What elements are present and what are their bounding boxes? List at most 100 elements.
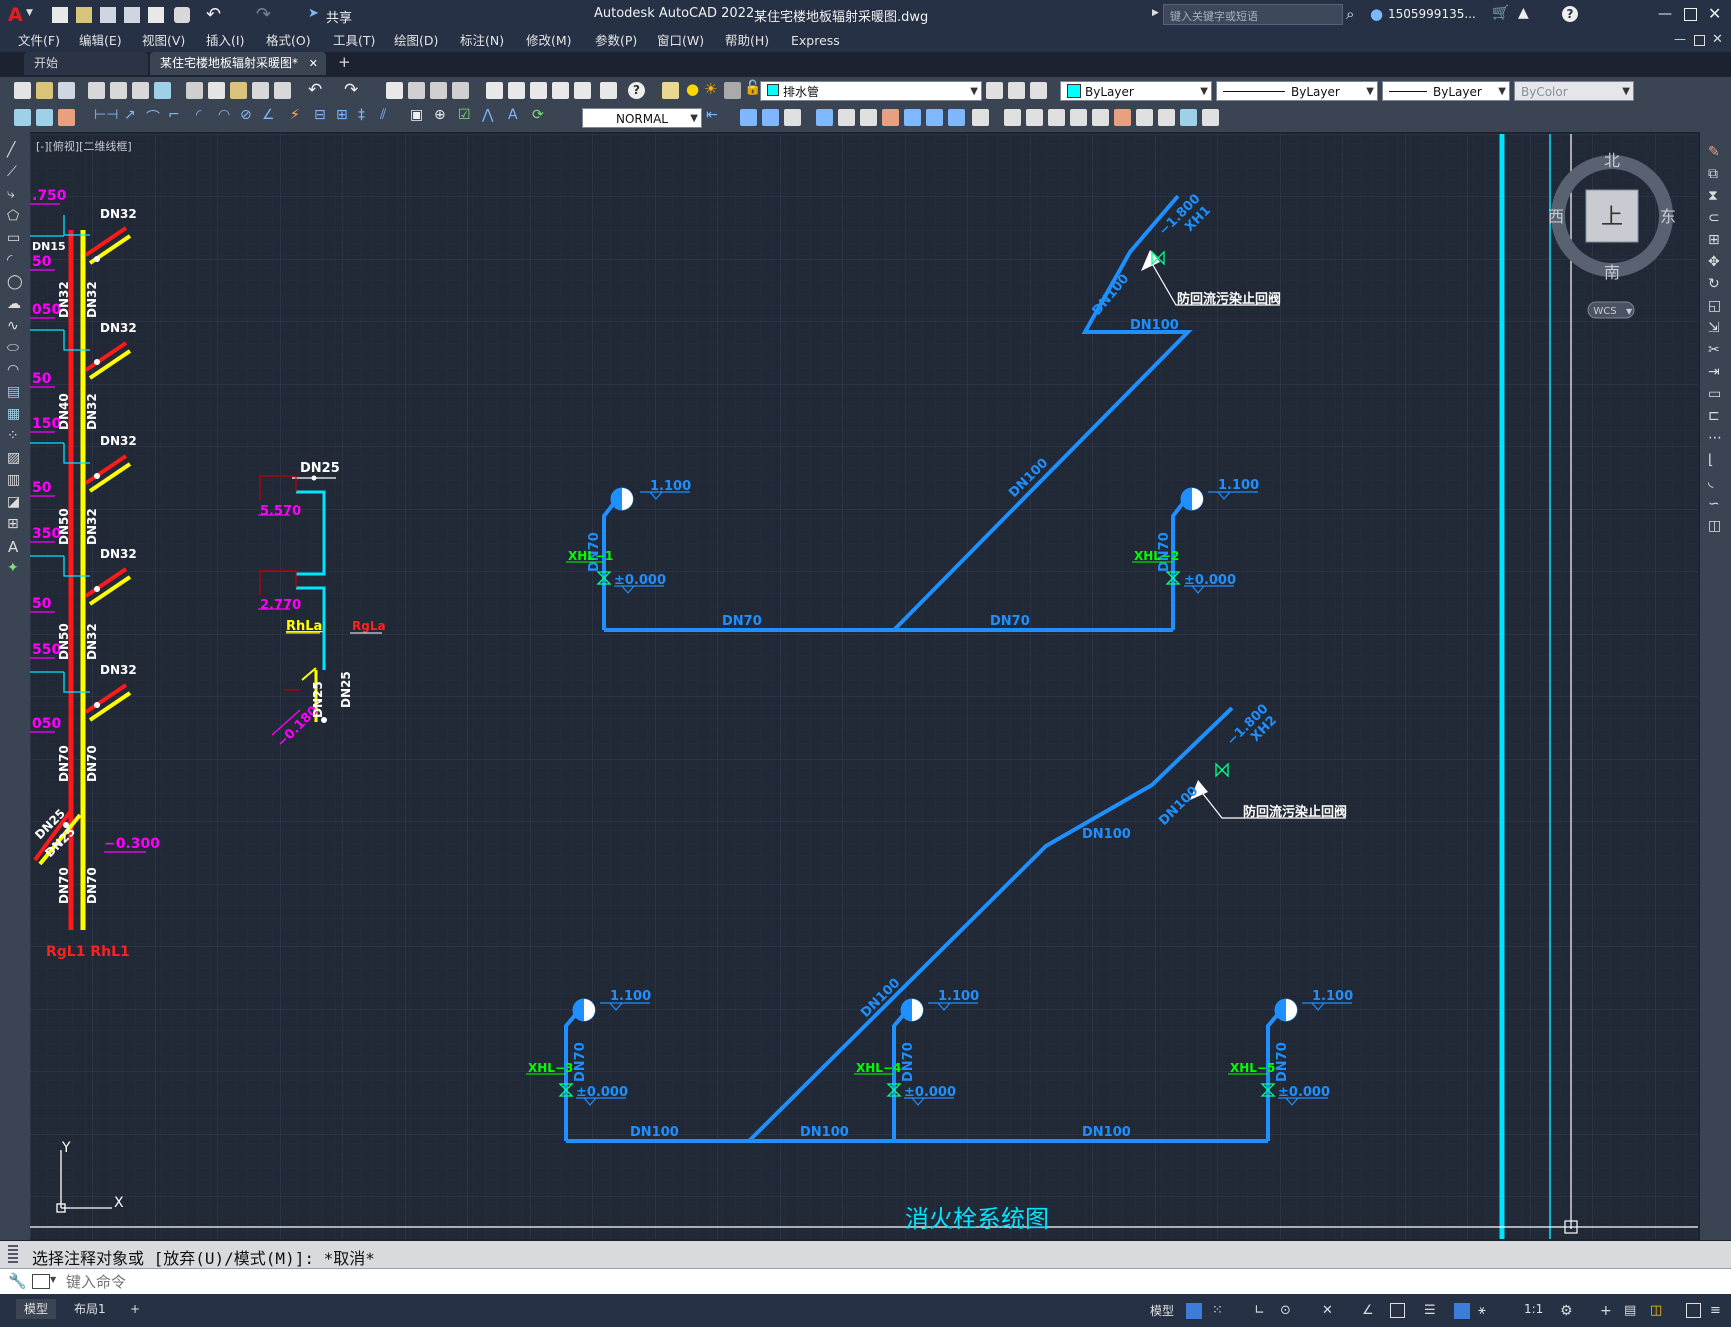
lineweight-dropdown[interactable]: ByLayer ▼ (1382, 81, 1510, 101)
maximize-icon[interactable] (1684, 8, 1697, 21)
new-tab-button[interactable]: + (338, 53, 351, 71)
snap-mode-icon[interactable]: ⁙ (1212, 1303, 1228, 1319)
tab-model[interactable]: 模型 (16, 1299, 57, 1319)
inspect-icon[interactable]: ☑ (458, 107, 471, 123)
viewport-controls[interactable]: [-][俯视][二维线框] (36, 138, 132, 154)
drawing-canvas[interactable]: .750 50 050 50 150 50 350 50 550 050 −0.… (30, 134, 1698, 1239)
workspace-settings-icon[interactable] (58, 109, 75, 126)
jogged-dim-icon[interactable]: ◠ (218, 107, 230, 123)
menu-view[interactable]: 视图(V) (142, 30, 185, 52)
sheet-set-icon[interactable] (552, 82, 569, 99)
blend-side-icon[interactable]: ∽ (1708, 496, 1720, 512)
app-menu-arrow-icon[interactable]: ▼ (26, 8, 33, 18)
tab-close-icon[interactable]: ✕ (309, 52, 318, 75)
user-icon[interactable]: ● (1370, 5, 1383, 23)
pan-icon[interactable] (386, 82, 403, 99)
fillet-side-icon[interactable]: ◟ (1708, 474, 1713, 490)
join-side-icon[interactable]: ⋯ (1708, 430, 1722, 446)
radius-dim-icon[interactable]: ◜ (196, 107, 201, 123)
object-snap-tracking-icon[interactable]: ∠ (1362, 1303, 1378, 1319)
erase-icon[interactable] (740, 109, 757, 126)
auto-scale-icon[interactable]: ⚹ (1478, 1303, 1494, 1319)
grid-toggle-icon[interactable] (1186, 1303, 1202, 1319)
menu-parametric[interactable]: 参数(P) (595, 30, 637, 52)
offset-icon[interactable] (816, 109, 833, 126)
tab-active-drawing[interactable]: 某住宅楼地板辐射采暖图* ✕ (150, 52, 326, 75)
print-icon[interactable] (88, 82, 105, 99)
make-current-layer-icon[interactable] (986, 82, 1003, 99)
erase-side-icon[interactable]: ✎ (1708, 144, 1720, 160)
viewport-freeze-icon[interactable] (724, 82, 741, 99)
save-as-icon[interactable] (124, 7, 140, 23)
blend-icon[interactable] (1092, 109, 1109, 126)
save-icon[interactable] (100, 7, 116, 23)
line-icon[interactable]: ╱ (7, 142, 15, 158)
dim-space-icon[interactable]: ‡ (358, 107, 365, 123)
sun-icon[interactable]: ☀ (704, 80, 717, 98)
arc-icon[interactable]: ◜ (7, 252, 12, 268)
design-center-icon[interactable] (508, 82, 525, 99)
ordinate-dim-icon[interactable]: ⌐ (168, 107, 180, 123)
new-icon[interactable] (14, 82, 31, 99)
edit-array-icon[interactable] (1202, 109, 1219, 126)
menu-tools[interactable]: 工具(T) (333, 30, 375, 52)
make-block-icon[interactable]: ▦ (7, 406, 20, 422)
move-side-icon[interactable]: ✥ (1708, 254, 1720, 270)
help-icon[interactable]: ? (1562, 6, 1578, 22)
copy-side-icon[interactable]: ⧉ (1708, 166, 1718, 182)
layer-previous-icon[interactable] (1008, 82, 1025, 99)
ellipse-icon[interactable]: ⬭ (7, 340, 19, 356)
dimstyle-dropdown[interactable]: NORMAL ▼ (582, 108, 702, 128)
publish-icon[interactable] (132, 82, 149, 99)
user-name[interactable]: 1505999135... (1388, 7, 1476, 21)
search-input[interactable]: 键入关键字或短语 (1163, 4, 1343, 25)
menu-file[interactable]: 文件(F) (18, 30, 60, 52)
circle-icon[interactable]: ◯ (7, 274, 23, 290)
explode-side-icon[interactable]: ◫ (1708, 518, 1721, 534)
point-icon[interactable]: ⁘ (7, 428, 19, 444)
recent-commands-icon[interactable] (32, 1274, 50, 1289)
add-selected-icon[interactable]: ✦ (7, 560, 19, 576)
model-space-button[interactable]: 模型 (1150, 1302, 1174, 1319)
new-file-icon[interactable] (52, 7, 68, 23)
move-icon[interactable] (860, 109, 877, 126)
continue-dim-icon[interactable]: ⊞ (336, 107, 348, 123)
gear-icon[interactable]: ⚙ (1560, 1303, 1576, 1319)
chamfer-side-icon[interactable]: ⌊ (1708, 452, 1713, 468)
color-dropdown[interactable]: ByLayer ▼ (1060, 81, 1212, 101)
revcloud-icon[interactable]: ☁ (7, 296, 21, 312)
fillet-icon[interactable] (1070, 109, 1087, 126)
undo-toolbar-icon[interactable]: ↶ (308, 80, 322, 100)
menu-edit[interactable]: 编辑(E) (79, 30, 122, 52)
array-icon[interactable] (838, 109, 855, 126)
extend-side-icon[interactable]: ⇥ (1708, 364, 1720, 380)
stretch-side-icon[interactable]: ⇲ (1708, 320, 1720, 336)
linetype-dropdown[interactable]: ByLayer ▼ (1216, 81, 1378, 101)
annotation-visibility-icon[interactable] (1454, 1303, 1470, 1319)
rectangle-icon[interactable]: ▭ (7, 230, 20, 246)
chamfer-icon[interactable] (1048, 109, 1065, 126)
help-toolbar-icon[interactable]: ? (628, 82, 645, 99)
zoom-realtime-icon[interactable] (408, 82, 425, 99)
cut-icon[interactable] (186, 82, 203, 99)
lock-icon[interactable]: 🔓 (744, 80, 761, 96)
linear-dim-icon[interactable]: ⊢⊣ (94, 107, 118, 123)
layer-state-icon[interactable] (1030, 82, 1047, 99)
share-button[interactable]: 共享 (326, 7, 352, 26)
rotate-icon[interactable] (882, 109, 899, 126)
cart-icon[interactable]: 🛒 (1492, 5, 1509, 21)
copy-icon[interactable] (208, 82, 225, 99)
arc-length-icon[interactable]: ⌒ (146, 107, 160, 127)
jogged-linear-icon[interactable]: ⋀ (482, 107, 493, 123)
edit-spline-icon[interactable] (1158, 109, 1175, 126)
stretch-icon[interactable] (926, 109, 943, 126)
tolerance-icon[interactable]: ▣ (410, 107, 423, 123)
join-icon[interactable] (1026, 109, 1043, 126)
recent-commands-arrow-icon[interactable]: ▼ (50, 1275, 56, 1284)
doc-minimize-icon[interactable]: — (1674, 32, 1686, 46)
workspace-icon[interactable] (14, 109, 31, 126)
ortho-icon[interactable]: ∟ (1254, 1303, 1270, 1319)
zoom-previous-icon[interactable] (452, 82, 469, 99)
print-preview-icon[interactable] (110, 82, 127, 99)
doc-restore-icon[interactable] (1694, 35, 1705, 46)
